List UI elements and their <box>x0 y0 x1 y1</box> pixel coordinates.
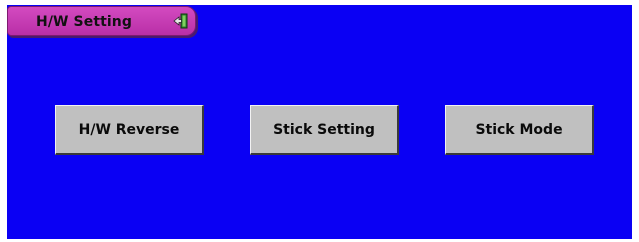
exit-door-icon[interactable] <box>173 13 189 29</box>
hw-reverse-button[interactable]: H/W Reverse <box>55 105 204 155</box>
page-title: H/W Setting <box>36 14 132 30</box>
title-tab: H/W Setting <box>7 6 196 36</box>
stick-setting-button[interactable]: Stick Setting <box>250 105 399 155</box>
hw-setting-screen: H/W Setting H/W Reverse Stick Setting St… <box>0 0 639 242</box>
stick-mode-button[interactable]: Stick Mode <box>445 105 594 155</box>
